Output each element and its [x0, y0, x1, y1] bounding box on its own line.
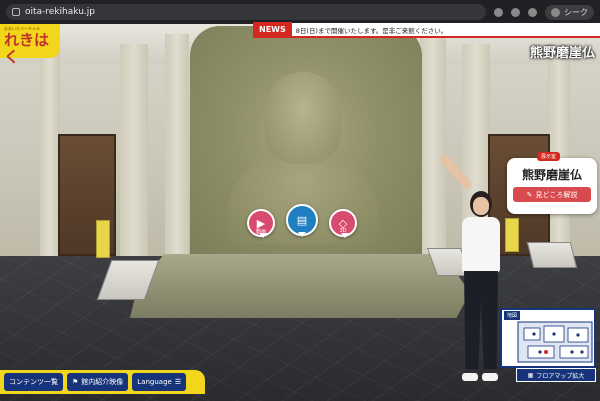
exhibit-name: 熊野磨崖仏: [521, 168, 582, 182]
info-plaque: [526, 242, 578, 268]
highlights-label: 見どころ解説: [535, 190, 578, 199]
video-hotspot[interactable]: ▶ 動画: [247, 209, 275, 238]
document-icon: ▤: [296, 213, 308, 227]
floor-map[interactable]: 地図: [500, 308, 596, 368]
guide-person: [438, 153, 520, 401]
map-icon: ▦: [527, 371, 534, 379]
guide-face: [473, 197, 489, 215]
highlights-button[interactable]: ✎ 見どころ解説: [513, 187, 591, 202]
yellow-sign: [96, 220, 110, 258]
exhibit-title: 熊野磨崖仏: [530, 46, 596, 61]
nav-label: 館内紹介映像: [81, 378, 124, 386]
guide-shoe: [482, 373, 498, 381]
profile-label: シーク: [564, 7, 588, 17]
guide-pants: [464, 271, 498, 369]
intro-video-button[interactable]: ⚑ 館内紹介映像: [67, 373, 129, 391]
floor-map-expand-button[interactable]: ▦ フロアマップ拡大: [516, 368, 596, 382]
exhibit-card: 展示室 熊野磨崖仏 ✎ 見どころ解説: [507, 152, 597, 214]
extension-icon[interactable]: [494, 7, 503, 17]
statue-base: [130, 254, 470, 318]
pillar: [548, 44, 570, 256]
news-tag: NEWS: [253, 22, 292, 37]
hotspot-caption: 3D: [339, 228, 347, 234]
url-text: oita-rekihaku.jp: [25, 7, 95, 17]
buddha-head: [265, 72, 341, 164]
floorplan-diagram: [517, 321, 593, 363]
pillar: [120, 44, 148, 256]
profile-button[interactable]: シーク: [545, 4, 594, 20]
browser-toolbar: oita-rekihaku.jp シーク: [0, 0, 600, 24]
avatar: [551, 7, 560, 17]
bottom-nav: コンテンツ一覧 ⚑ 館内紹介映像 Language ☰: [0, 370, 205, 394]
document-hotspot[interactable]: ▤: [286, 204, 318, 237]
language-button[interactable]: Language ☰: [132, 373, 187, 391]
speech-icon: ✎: [526, 190, 533, 199]
exhibit-tag: 展示室: [537, 152, 561, 161]
lock-icon: [12, 8, 20, 16]
bookmark-icon[interactable]: [511, 7, 520, 17]
logo-title: れきはく: [4, 31, 50, 66]
contents-list-button[interactable]: コンテンツ一覧: [4, 373, 63, 391]
tab-icon[interactable]: [528, 7, 537, 17]
hotspot-caption: 動画: [255, 229, 266, 235]
guide-shoe: [462, 373, 478, 381]
pillar: [165, 34, 189, 256]
address-bar[interactable]: oita-rekihaku.jp: [6, 4, 486, 20]
3d-hotspot[interactable]: ◇ 3D: [329, 209, 357, 238]
news-ticker[interactable]: NEWS 8日(日)まで開催いたします。是非ご来館ください。: [253, 22, 600, 38]
nav-label: コンテンツ一覧: [9, 378, 58, 386]
browser-actions: シーク: [494, 4, 594, 20]
menu-icon: ☰: [174, 378, 182, 386]
site-logo[interactable]: おおいたバーチャル れきはく: [0, 24, 60, 66]
nav-label: Language: [137, 378, 172, 386]
flag-icon: ⚑: [72, 378, 79, 386]
guide-shirt: [462, 217, 500, 273]
news-text: 8日(日)まで開催いたします。是非ご来館ください。: [295, 26, 448, 35]
pillar: [40, 44, 60, 256]
map-expand-label: フロアマップ拡大: [536, 372, 585, 380]
